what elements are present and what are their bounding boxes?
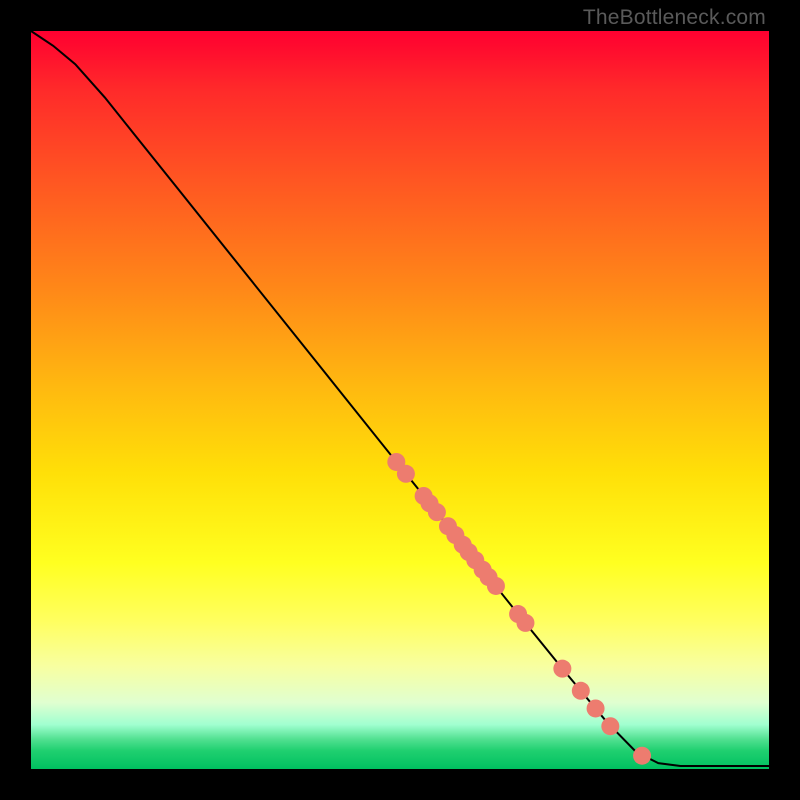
watermark-text: TheBottleneck.com <box>583 6 766 30</box>
chart-point <box>516 614 534 632</box>
chart-point <box>553 660 571 678</box>
chart-point <box>397 465 415 483</box>
chart-point <box>587 699 605 717</box>
chart-point <box>487 577 505 595</box>
chart-point <box>428 503 446 521</box>
chart-point <box>633 747 651 765</box>
chart-curve <box>31 31 769 766</box>
chart-svg-overlay <box>31 31 769 769</box>
chart-points-group <box>387 453 651 765</box>
chart-point <box>572 682 590 700</box>
chart-point <box>601 717 619 735</box>
